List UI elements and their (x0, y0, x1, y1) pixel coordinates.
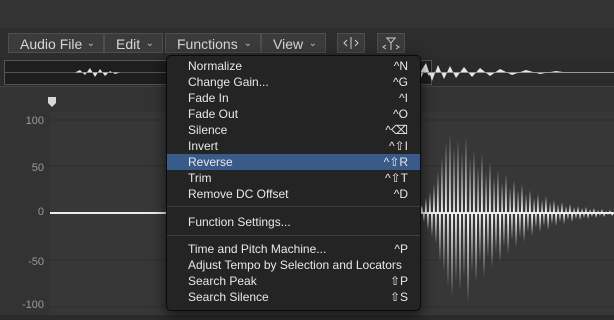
menu-item-search-peak[interactable]: Search Peak ⇧P (167, 273, 420, 289)
y-tick-label: -50 (28, 256, 44, 268)
menu-item-fade-in[interactable]: Fade In ^I (167, 90, 420, 106)
menu-separator (167, 206, 420, 207)
menu-item-time-and-pitch-machine[interactable]: Time and Pitch Machine... ^P (167, 241, 420, 257)
menu-item-label: Silence (188, 123, 228, 137)
chevron-down-icon: ⌄ (308, 38, 317, 49)
menu-item-shortcut: ^⇧T (384, 171, 408, 185)
menu-item-shortcut: ⇧S (389, 290, 408, 304)
menu-item-label: Change Gain... (188, 75, 269, 89)
menu-item-shortcut: ^⇧I (388, 139, 408, 153)
title-bar (0, 0, 614, 29)
menu-item-change-gain[interactable]: Change Gain... ^G (167, 74, 420, 90)
menu-item-label: Time and Pitch Machine... (188, 242, 327, 256)
split-arrows-icon (343, 37, 359, 49)
menu-item-label: Reverse (188, 155, 233, 169)
menu-item-trim[interactable]: Trim ^⇧T (167, 170, 420, 186)
menu-item-adjust-tempo[interactable]: Adjust Tempo by Selection and Locators (167, 257, 420, 273)
edit-menu-button[interactable]: Edit ⌄ (104, 33, 163, 53)
functions-menu-button[interactable]: Functions ⌄ (165, 33, 261, 53)
menu-item-label: Normalize (188, 59, 243, 73)
menu-item-label: Remove DC Offset (188, 187, 289, 201)
menu-separator (167, 235, 420, 236)
menu-item-shortcut: ^N (393, 59, 408, 73)
audio-file-menu-label: Audio File (20, 36, 83, 52)
menu-item-label: Function Settings... (188, 215, 291, 229)
chevron-down-icon: ⌄ (243, 38, 252, 49)
audio-file-menu-button[interactable]: Audio File ⌄ (8, 33, 104, 53)
menu-item-reverse[interactable]: Reverse ^⇧R (167, 154, 420, 170)
view-menu-button[interactable]: View ⌄ (261, 33, 326, 53)
menu-item-shortcut: ^G (393, 75, 408, 89)
menu-item-label: Adjust Tempo by Selection and Locators (188, 258, 402, 272)
menu-item-shortcut: ^O (393, 107, 408, 121)
menu-item-shortcut: ^⇧R (383, 155, 408, 169)
y-tick-label: -100 (21, 299, 44, 311)
menu-item-label: Trim (188, 171, 212, 185)
menu-item-label: Search Peak (188, 274, 257, 288)
y-tick-label: 100 (25, 115, 44, 127)
menu-item-shortcut: ^I (399, 91, 408, 105)
menu-item-invert[interactable]: Invert ^⇧I (167, 138, 420, 154)
menu-item-shortcut: ⇧P (389, 274, 408, 288)
flex-marker-icon (382, 37, 400, 50)
view-menu-label: View (273, 36, 304, 52)
y-tick-label: 0 (37, 206, 44, 218)
chevron-down-icon: ⌄ (145, 38, 154, 49)
menu-item-label: Fade Out (188, 107, 239, 121)
functions-menu-label: Functions (177, 36, 238, 52)
menu-item-silence[interactable]: Silence ^⌫ (167, 122, 420, 138)
amplitude-axis: 100 50 0 -50 -100 (0, 112, 50, 315)
menu-item-normalize[interactable]: Normalize ^N (167, 58, 420, 74)
menu-item-search-silence[interactable]: Search Silence ⇧S (167, 289, 420, 305)
menu-item-label: Fade In (188, 91, 229, 105)
menu-item-fade-out[interactable]: Fade Out ^O (167, 106, 420, 122)
menu-item-shortcut: ^P (394, 242, 408, 256)
menu-item-remove-dc-offset[interactable]: Remove DC Offset ^D (167, 186, 420, 202)
split-view-button[interactable] (337, 33, 365, 53)
catch-playhead-button[interactable] (377, 33, 405, 53)
menu-item-label: Invert (188, 139, 219, 153)
menu-item-label: Search Silence (188, 290, 269, 304)
menu-item-shortcut: ^⌫ (385, 123, 408, 137)
menu-item-shortcut: ^D (393, 187, 408, 201)
overview-waveform-right (420, 63, 614, 81)
functions-dropdown-menu: Normalize ^N Change Gain... ^G Fade In ^… (166, 55, 421, 311)
edit-menu-label: Edit (116, 36, 141, 52)
y-tick-label: 50 (31, 162, 44, 174)
menu-item-function-settings[interactable]: Function Settings... (167, 214, 420, 230)
chevron-down-icon: ⌄ (86, 38, 95, 49)
